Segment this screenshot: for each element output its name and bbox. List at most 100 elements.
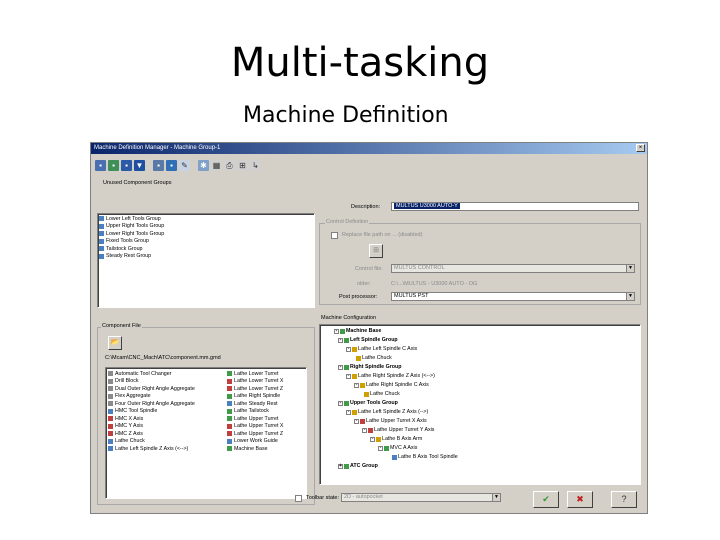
component-icon xyxy=(227,393,232,399)
unused-groups-list[interactable]: Lower Left Tools Group Upper Right Tools… xyxy=(97,213,315,308)
node-icon xyxy=(352,373,357,379)
machine-config-tree[interactable]: - Machine Base - Left Spindle Group - Lathe… xyxy=(319,324,641,485)
open-icon[interactable]: ▪ xyxy=(108,159,119,171)
list-item[interactable]: Drill Block xyxy=(107,378,195,386)
list-item[interactable]: HMC Tool Spindle xyxy=(107,408,195,416)
close-button[interactable]: × xyxy=(636,144,645,152)
list-item[interactable]: Lathe Upper Turret Z xyxy=(226,430,283,438)
control-file-label: Control file: xyxy=(355,266,383,272)
tree-node[interactable]: - Lathe Upper Turret Y Axis xyxy=(362,426,434,434)
component-icon xyxy=(227,423,232,429)
control-file-select[interactable]: MULTUS CONTROL ▼ xyxy=(391,264,635,273)
folder-icon[interactable]: ▪ xyxy=(153,159,164,171)
component-icon xyxy=(227,408,232,414)
tree-node[interactable]: Lathe Chuck xyxy=(356,354,392,362)
toolbar-state-select[interactable]: 2D - autopocket ▼ xyxy=(341,493,501,502)
list-item[interactable]: Lathe Tailstock xyxy=(226,408,283,416)
list-item[interactable]: HMC Z Axis xyxy=(107,430,195,438)
grid-icon[interactable]: ▦ xyxy=(211,159,222,171)
list-item[interactable]: HMC X Axis xyxy=(107,415,195,423)
post-processor-select[interactable]: MULTUS PST ▼ xyxy=(391,292,635,301)
edit-icon[interactable]: ✎ xyxy=(179,159,190,171)
tree-node[interactable]: - Machine Base xyxy=(334,327,381,335)
help-button[interactable]: ? xyxy=(611,491,637,508)
machine-definition-window: Machine Definition Manager - Machine Gro… xyxy=(90,142,648,514)
list-item[interactable]: Dual Outer Right Angle Aggregate xyxy=(107,385,195,393)
component-list[interactable]: Automatic Tool Changer Drill Block Dual … xyxy=(105,367,307,499)
toolbar-state-checkbox[interactable] xyxy=(295,495,302,502)
new-icon[interactable]: ▪ xyxy=(95,159,106,171)
list-item[interactable]: Tailstock Group xyxy=(98,245,314,253)
window-title: Machine Definition Manager - Machine Gro… xyxy=(94,145,221,151)
tree-node[interactable]: Lathe Chuck xyxy=(364,390,400,398)
list-item[interactable]: Machine Base xyxy=(226,445,283,453)
component-icon xyxy=(108,408,113,414)
list-item[interactable]: Lathe Lower Turret X xyxy=(226,378,283,386)
open-component-file-button[interactable]: 📂 xyxy=(108,336,122,350)
list-item[interactable]: Steady Rest Group xyxy=(98,253,314,261)
list-item[interactable]: Lower Work Guide xyxy=(226,438,283,446)
list-item[interactable]: Lathe Left Spindle Z Axis (<-->) xyxy=(107,445,195,453)
list-item[interactable]: Lower Left Tools Group xyxy=(98,215,314,223)
tree-node[interactable]: + ATC Group xyxy=(338,462,378,470)
chevron-down-icon: ▼ xyxy=(492,494,500,501)
list-item[interactable]: Fixed Tools Group xyxy=(98,238,314,246)
node-icon xyxy=(344,463,349,469)
list-item[interactable]: Lathe Chuck xyxy=(107,438,195,446)
component-icon xyxy=(108,438,113,444)
help-icon: ? xyxy=(621,494,627,504)
list-item[interactable]: Lathe Lower Turret xyxy=(226,370,283,378)
tree-node[interactable]: - Right Spindle Group xyxy=(338,363,402,371)
check-icon: ✔ xyxy=(542,494,550,504)
settings-icon[interactable]: ✱ xyxy=(198,159,209,171)
list-item[interactable]: Flex Aggregate xyxy=(107,393,195,401)
list-item[interactable]: Lathe Steady Rest xyxy=(226,400,283,408)
list-item[interactable]: Lathe Upper Turret xyxy=(226,415,283,423)
slide-title: Multi-tasking xyxy=(230,40,490,86)
tree-node[interactable]: - Lathe Right Spindle Z Axis (<-->) xyxy=(346,372,435,380)
tree-node[interactable]: - Lathe Upper Turret X Axis xyxy=(354,417,427,425)
browse-control-button[interactable]: ⊞ xyxy=(369,244,383,258)
component-icon xyxy=(108,423,113,429)
list-item[interactable]: Automatic Tool Changer xyxy=(107,370,195,378)
tree-node[interactable]: - Lathe Left Spindle C Axis xyxy=(346,345,417,353)
list-item[interactable]: Lathe Lower Turret Z xyxy=(226,385,283,393)
node-icon xyxy=(392,454,397,460)
tree-node[interactable]: - Left Spindle Group xyxy=(338,336,398,344)
tree-node[interactable]: - Lathe Right Spindle C Axis xyxy=(354,381,429,389)
replace-path-checkbox[interactable] xyxy=(331,232,338,239)
node-icon xyxy=(384,445,389,451)
node-icon xyxy=(360,382,365,388)
tree-node[interactable]: Lathe B Axis Tool Spindle xyxy=(392,453,458,461)
component-icon xyxy=(108,371,113,377)
down-arrow-icon[interactable]: ▼ xyxy=(134,159,145,171)
list-item[interactable]: HMC Y Axis xyxy=(107,423,195,431)
tree-node[interactable]: - Upper Tools Group xyxy=(338,399,398,407)
tree-icon[interactable]: ⊞ xyxy=(237,159,248,171)
print-icon[interactable]: ⎙ xyxy=(224,159,235,171)
cancel-button[interactable]: ✖ xyxy=(567,491,593,508)
component-icon xyxy=(108,386,113,392)
list-item[interactable]: Lathe Right Spindle xyxy=(226,393,283,401)
description-label: Description: xyxy=(351,204,381,210)
component-icon xyxy=(227,401,232,407)
ok-button[interactable]: ✔ xyxy=(533,491,559,508)
chart-icon[interactable]: ↳ xyxy=(250,159,261,171)
component-icon xyxy=(227,446,232,452)
description-input[interactable]: MULTUS U3000 AUTO-Y xyxy=(391,202,639,211)
tree-node[interactable]: - Lathe Left Spindle Z Axis (-->) xyxy=(346,408,428,416)
list-item[interactable]: Lathe Upper Turret X xyxy=(226,423,283,431)
tree-node[interactable]: - MVC A Axis xyxy=(378,444,417,452)
list-item[interactable]: Lower Right Tools Group xyxy=(98,230,314,238)
list-item[interactable]: Upper Right Tools Group xyxy=(98,223,314,231)
group-icon xyxy=(99,223,104,229)
node-icon xyxy=(344,400,349,406)
save-as-icon[interactable]: ▪ xyxy=(166,159,177,171)
component-icon xyxy=(227,431,232,437)
tree-node[interactable]: - Lathe B Axis Arm xyxy=(370,435,422,443)
save-icon[interactable]: ▪ xyxy=(121,159,132,171)
slide-subtitle: Machine Definition xyxy=(243,103,449,128)
list-item[interactable]: Four Outer Right Angle Aggregate xyxy=(107,400,195,408)
node-icon xyxy=(368,427,373,433)
unused-groups-label: Unused Component Groups xyxy=(103,180,172,186)
